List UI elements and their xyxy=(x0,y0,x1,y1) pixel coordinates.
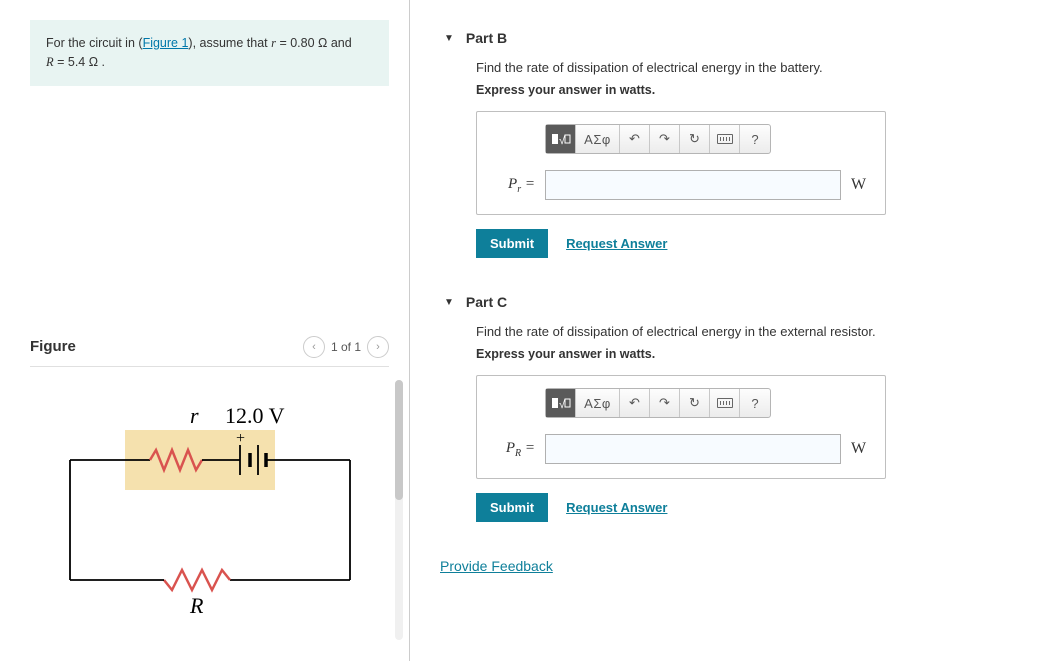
undo-button[interactable]: ↶ xyxy=(620,125,650,153)
circuit-figure: r 12.0 V + R xyxy=(30,385,389,628)
part-c-answer-row: PR = W xyxy=(491,434,871,464)
part-c-answer-area: √ ΑΣφ ↶ ↷ ↻ ? PR = W xyxy=(476,375,886,479)
part-b-answer-row: Pr = W xyxy=(491,170,871,200)
figure-heading: Figure xyxy=(30,338,76,355)
keyboard-button[interactable] xyxy=(710,389,740,417)
problem-text-2: ), assume that xyxy=(188,36,271,50)
part-c-request-answer-link[interactable]: Request Answer xyxy=(566,500,667,515)
reset-button[interactable]: ↻ xyxy=(680,125,710,153)
keyboard-icon xyxy=(717,134,733,144)
part-b-answer-input[interactable] xyxy=(545,170,841,200)
redo-button[interactable]: ↷ xyxy=(650,125,680,153)
figure-counter: 1 of 1 xyxy=(331,340,361,354)
part-b-submit-button[interactable]: Submit xyxy=(476,229,548,258)
R-label: R xyxy=(189,593,204,618)
part-c-prompt: Find the rate of dissipation of electric… xyxy=(476,324,1023,339)
part-c-instruction: Express your answer in watts. xyxy=(476,347,1023,361)
right-pane: ▼ Part B Find the rate of dissipation of… xyxy=(410,0,1043,661)
r-label: r xyxy=(190,403,199,428)
part-c-submit-button[interactable]: Submit xyxy=(476,493,548,522)
answer-toolbar-c: √ ΑΣφ ↶ ↷ ↻ ? xyxy=(545,388,771,418)
part-c-title: Part C xyxy=(466,294,507,310)
part-b-var-label: Pr = xyxy=(491,176,535,195)
part-b-unit: W xyxy=(851,176,871,194)
problem-text-1: For the circuit in ( xyxy=(46,36,143,50)
part-b-header[interactable]: ▼ Part B xyxy=(440,20,1023,60)
problem-statement: For the circuit in (Figure 1), assume th… xyxy=(30,20,389,86)
part-b-body: Find the rate of dissipation of electric… xyxy=(440,60,1023,284)
caret-down-icon: ▼ xyxy=(444,297,454,308)
answer-toolbar-b: √ ΑΣφ ↶ ↷ ↻ ? xyxy=(545,124,771,154)
greek-button[interactable]: ΑΣφ xyxy=(576,389,620,417)
figure-header: Figure ‹ 1 of 1 › xyxy=(30,336,389,367)
keyboard-icon xyxy=(717,398,733,408)
figure-nav: ‹ 1 of 1 › xyxy=(303,336,389,358)
keyboard-button[interactable] xyxy=(710,125,740,153)
part-c-body: Find the rate of dissipation of electric… xyxy=(440,324,1023,548)
part-b-submit-row: Submit Request Answer xyxy=(476,229,1023,258)
part-b-answer-area: √ ΑΣφ ↶ ↷ ↻ ? Pr = W xyxy=(476,111,886,215)
templates-button[interactable]: √ xyxy=(546,125,576,153)
scrollbar-thumb[interactable] xyxy=(395,380,403,500)
figure-link[interactable]: Figure 1 xyxy=(143,36,189,50)
plus-label: + xyxy=(236,430,245,447)
part-b-title: Part B xyxy=(466,30,507,46)
templates-button[interactable]: √ xyxy=(546,389,576,417)
part-c-unit: W xyxy=(851,440,871,458)
part-b-prompt: Find the rate of dissipation of electric… xyxy=(476,60,1023,75)
part-c-header[interactable]: ▼ Part C xyxy=(440,284,1023,324)
R-var: R xyxy=(46,55,54,69)
r-value: = 0.80 Ω and xyxy=(276,36,352,50)
voltage-label: 12.0 V xyxy=(225,403,285,428)
figure-prev-button[interactable]: ‹ xyxy=(303,336,325,358)
undo-button[interactable]: ↶ xyxy=(620,389,650,417)
greek-button[interactable]: ΑΣφ xyxy=(576,125,620,153)
help-button[interactable]: ? xyxy=(740,389,770,417)
figure-scrollbar[interactable] xyxy=(395,380,403,640)
part-c-submit-row: Submit Request Answer xyxy=(476,493,1023,522)
part-b-request-answer-link[interactable]: Request Answer xyxy=(566,236,667,251)
help-button[interactable]: ? xyxy=(740,125,770,153)
part-c-var-label: PR = xyxy=(491,440,535,459)
part-c-answer-input[interactable] xyxy=(545,434,841,464)
redo-button[interactable]: ↷ xyxy=(650,389,680,417)
reset-button[interactable]: ↻ xyxy=(680,389,710,417)
provide-feedback-link[interactable]: Provide Feedback xyxy=(440,558,553,574)
figure-next-button[interactable]: › xyxy=(367,336,389,358)
caret-down-icon: ▼ xyxy=(444,33,454,44)
R-value: = 5.4 Ω . xyxy=(54,55,105,69)
left-pane: For the circuit in (Figure 1), assume th… xyxy=(0,0,410,661)
part-b-instruction: Express your answer in watts. xyxy=(476,83,1023,97)
